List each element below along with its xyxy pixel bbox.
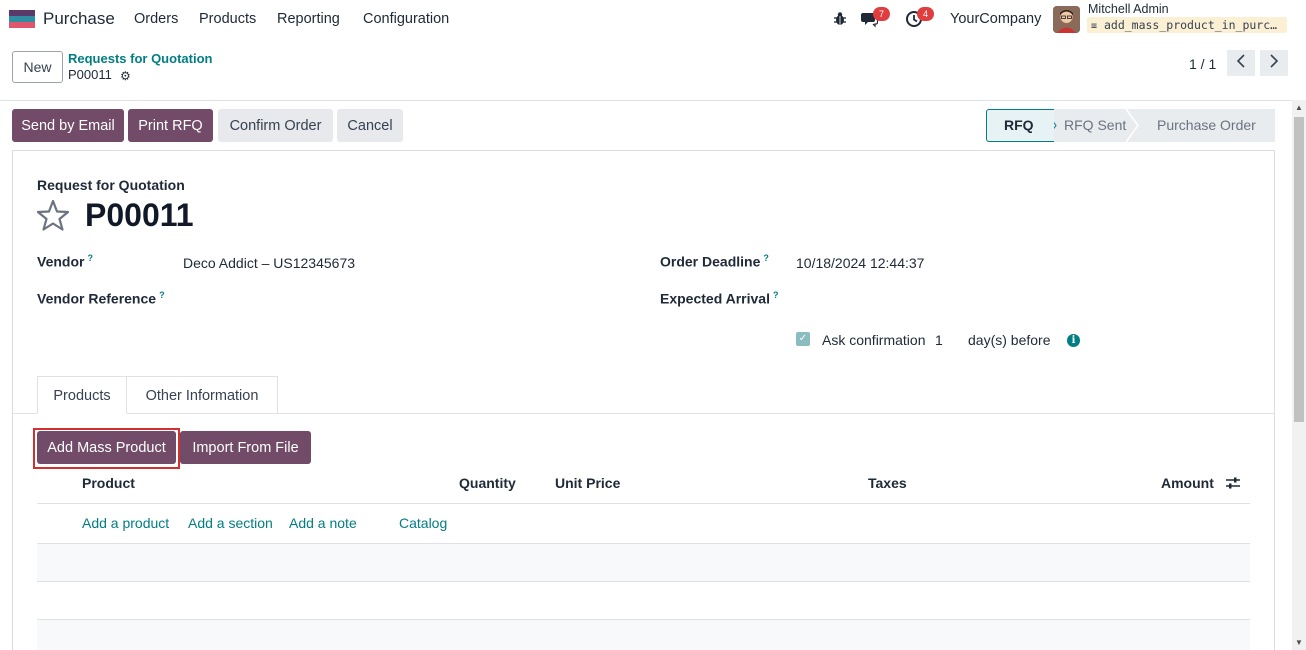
menu-orders[interactable]: Orders (134, 11, 178, 27)
confirm-order-button[interactable]: Confirm Order (218, 109, 333, 142)
database-name-text: add_mass_product_in_purc… (1103, 18, 1278, 32)
ask-confirmation-label: Ask confirmation (822, 332, 926, 348)
menu-reporting[interactable]: Reporting (277, 11, 340, 27)
vendor-label: Vendor? (37, 253, 93, 270)
pager-next-button[interactable] (1260, 50, 1288, 76)
pager-value[interactable]: 1 / 1 (1189, 56, 1216, 72)
status-stage-rfq-sent[interactable]: RFQ Sent (1064, 117, 1126, 133)
scroll-up-arrow-icon[interactable]: ▲ (1295, 103, 1303, 112)
control-panel: New Requests for Quotation P00011 ⚙ 1 / … (0, 38, 1306, 101)
database-icon: ≡ (1091, 21, 1098, 32)
vendor-reference-help-icon[interactable]: ? (159, 290, 165, 300)
breadcrumb-current: P00011 (68, 67, 112, 82)
ask-confirmation-days-field[interactable]: 1 (935, 332, 943, 348)
document-name: P00011 (85, 197, 194, 233)
order-deadline-field[interactable]: 10/18/2024 12:44:37 (796, 255, 924, 271)
breadcrumb-parent[interactable]: Requests for Quotation (68, 51, 212, 66)
ask-confirmation-suffix: day(s) before (968, 332, 1051, 348)
chevron-left-icon (1236, 53, 1245, 68)
activities-count-badge: 4 (917, 7, 934, 21)
print-rfq-button[interactable]: Print RFQ (128, 109, 213, 142)
new-button[interactable]: New (12, 51, 63, 83)
chevron-right-icon (1270, 53, 1279, 68)
order-deadline-help-icon[interactable]: ? (763, 253, 769, 263)
order-deadline-label: Order Deadline? (660, 253, 769, 270)
scrollbar-thumb[interactable] (1294, 117, 1304, 422)
top-navbar: Purchase Orders Products Reporting Confi… (0, 0, 1306, 38)
catalog-link[interactable]: Catalog (399, 515, 447, 531)
favorite-star-icon[interactable] (36, 199, 70, 231)
tab-products[interactable]: Products (37, 376, 127, 414)
vendor-label-text: Vendor (37, 253, 85, 270)
column-header-quantity[interactable]: Quantity (459, 475, 516, 491)
company-switcher[interactable]: YourCompany (950, 11, 1041, 27)
import-from-file-button[interactable]: Import From File (180, 431, 311, 464)
messages-count-badge: 7 (873, 7, 890, 21)
table-row (37, 620, 1250, 650)
status-stage-purchase-order[interactable]: Purchase Order (1157, 117, 1256, 133)
expected-arrival-label-text: Expected Arrival (660, 290, 770, 307)
vendor-reference-label-text: Vendor Reference (37, 290, 157, 307)
table-row (37, 582, 1250, 620)
expected-arrival-help-icon[interactable]: ? (773, 290, 779, 300)
add-mass-product-button[interactable]: Add Mass Product (37, 431, 176, 464)
cancel-button[interactable]: Cancel (337, 109, 403, 142)
vendor-help-icon[interactable]: ? (87, 253, 93, 263)
app-name[interactable]: Purchase (43, 9, 115, 29)
optional-columns-sliders-icon[interactable] (1225, 476, 1241, 490)
table-row (37, 544, 1250, 582)
database-name: ≡ add_mass_product_in_purc… (1087, 17, 1287, 33)
scroll-down-arrow-icon[interactable]: ▼ (1295, 638, 1303, 647)
tab-other-information[interactable]: Other Information (127, 376, 278, 414)
menu-configuration[interactable]: Configuration (363, 11, 449, 27)
app-menu-icon[interactable] (9, 10, 35, 28)
order-deadline-label-text: Order Deadline (660, 253, 761, 270)
expected-arrival-label: Expected Arrival? (660, 290, 778, 307)
vendor-reference-field[interactable] (183, 290, 603, 310)
column-header-product[interactable]: Product (82, 475, 135, 491)
column-header-unit-price[interactable]: Unit Price (555, 475, 620, 491)
status-stage-rfq[interactable]: RFQ (986, 109, 1054, 142)
ask-confirmation-checkbox[interactable]: ✓ (796, 332, 810, 346)
menu-products[interactable]: Products (199, 11, 256, 27)
send-by-email-button[interactable]: Send by Email (12, 109, 124, 142)
table-header-divider (37, 503, 1250, 504)
user-name[interactable]: Mitchell Admin (1088, 2, 1169, 16)
column-header-taxes[interactable]: Taxes (868, 475, 907, 491)
vendor-reference-label: Vendor Reference? (37, 290, 165, 307)
column-header-amount[interactable]: Amount (1161, 475, 1214, 491)
add-section-link[interactable]: Add a section (188, 515, 273, 531)
expected-arrival-field[interactable] (796, 290, 1246, 310)
vendor-field[interactable]: Deco Addict – US12345673 (183, 255, 355, 271)
user-avatar[interactable] (1053, 6, 1080, 33)
info-icon[interactable]: i (1067, 334, 1080, 347)
pager-previous-button[interactable] (1227, 50, 1255, 76)
document-caption: Request for Quotation (37, 177, 185, 193)
add-note-link[interactable]: Add a note (289, 515, 357, 531)
debug-bug-icon[interactable] (831, 10, 849, 28)
record-actions-gear-icon[interactable]: ⚙ (120, 69, 131, 83)
add-product-link[interactable]: Add a product (82, 515, 169, 531)
